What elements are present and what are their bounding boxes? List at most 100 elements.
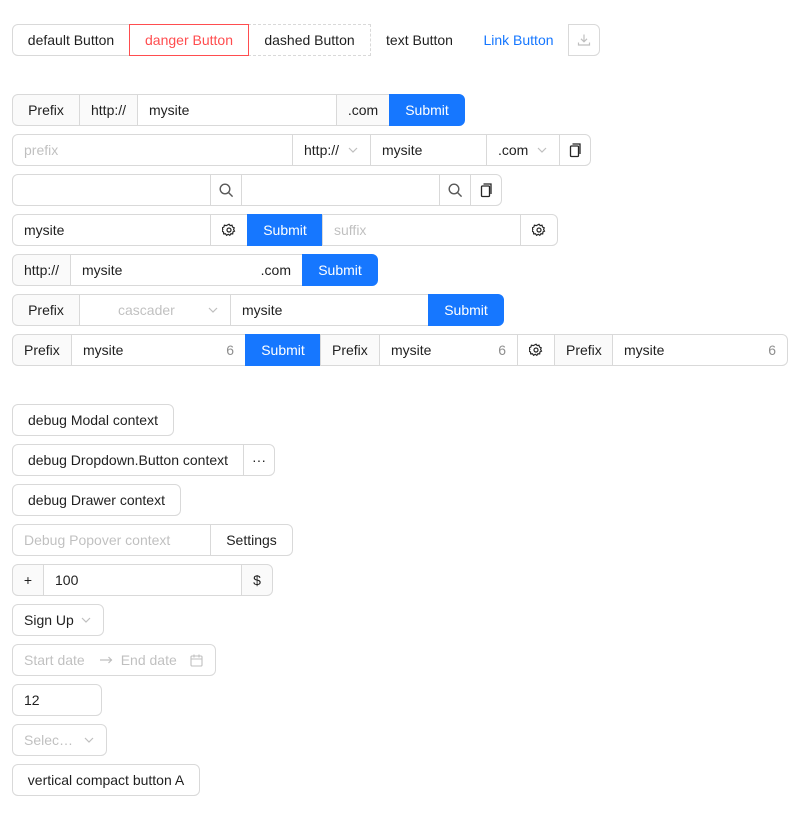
prefix-addon: Prefix (320, 334, 380, 366)
copy-button[interactable] (470, 174, 502, 206)
copy-button[interactable] (559, 134, 591, 166)
input-compact-row-7: Prefix mysite 6 Submit Prefix mysite 6 P… (12, 334, 788, 366)
debug-drawer-row: debug Drawer context (12, 484, 181, 516)
debug-modal-button[interactable]: debug Modal context (12, 404, 174, 436)
input-compact-row-3 (12, 174, 502, 206)
char-count: 6 (498, 342, 506, 358)
default-button[interactable]: default Button (12, 24, 130, 56)
prefix-addon: Prefix (554, 334, 613, 366)
debug-popover-input[interactable]: Debug Popover context (12, 524, 211, 556)
number-input-row: + 100 $ (12, 564, 273, 596)
date-range-picker[interactable]: Start date End date (12, 644, 216, 676)
placeholder-select-row: Selec… (12, 724, 107, 756)
danger-button[interactable]: danger Button (129, 24, 249, 56)
count-input[interactable]: mysite 6 (71, 334, 246, 366)
start-date-input[interactable]: Start date (24, 652, 85, 668)
char-count: 6 (768, 342, 776, 358)
prefix-addon: Prefix (12, 294, 80, 326)
site-input[interactable]: mysite (137, 94, 337, 126)
search-input[interactable] (12, 174, 211, 206)
input-compact-row-6: Prefix cascader mysite Submit (12, 294, 504, 326)
char-count: 6 (226, 342, 234, 358)
cascader-select[interactable]: cascader (79, 294, 231, 326)
cascader-placeholder: cascader (118, 302, 175, 318)
input-compact-row-4: mysite Submit suffix (12, 214, 558, 246)
setting-icon (222, 223, 236, 237)
count-input[interactable]: mysite 6 (379, 334, 518, 366)
submit-button[interactable]: Submit (302, 254, 378, 286)
setting-button[interactable] (517, 334, 555, 366)
signup-select-value: Sign Up (24, 612, 74, 628)
count-input-value: mysite (624, 342, 665, 358)
download-button[interactable] (568, 24, 600, 56)
dropdown-more-button[interactable]: ··· (243, 444, 275, 476)
debug-drawer-button[interactable]: debug Drawer context (12, 484, 181, 516)
debug-dropdown-button[interactable]: debug Dropdown.Button context (12, 444, 244, 476)
date-range-row: Start date End date (12, 644, 216, 676)
number-addon-after: $ (241, 564, 273, 596)
number-input[interactable]: 12 (12, 684, 102, 716)
copy-icon (479, 182, 493, 198)
count-input-value: mysite (391, 342, 432, 358)
debug-popover-row: Debug Popover context Settings (12, 524, 293, 556)
search-input[interactable] (241, 174, 440, 206)
settings-button[interactable]: Settings (210, 524, 293, 556)
text-button[interactable]: text Button (370, 24, 469, 56)
link-button[interactable]: Link Button (468, 24, 569, 56)
input-compact-row-2: prefix http:// mysite .com (12, 134, 591, 166)
prefix-addon: Prefix (12, 334, 72, 366)
search-icon (218, 182, 234, 198)
chevron-down-icon (347, 144, 359, 156)
site-input-value: mysite (82, 262, 123, 278)
site-input-with-suffix[interactable]: mysite .com (70, 254, 303, 286)
ellipsis-icon: ··· (252, 452, 266, 468)
site-input[interactable]: mysite (230, 294, 429, 326)
debug-modal-row: debug Modal context (12, 404, 174, 436)
number-input-row-2: 12 (12, 684, 102, 716)
prefix-input[interactable]: prefix (12, 134, 293, 166)
submit-button[interactable]: Submit (428, 294, 504, 326)
setting-button[interactable] (520, 214, 558, 246)
input-compact-row-5: http:// mysite .com Submit (12, 254, 378, 286)
setting-icon (532, 223, 546, 237)
end-date-input[interactable]: End date (121, 652, 177, 668)
setting-button[interactable] (210, 214, 248, 246)
submit-button[interactable]: Submit (247, 214, 323, 246)
protocol-select-value: http:// (304, 142, 340, 158)
search-button[interactable] (439, 174, 471, 206)
chevron-down-icon (80, 614, 92, 626)
copy-icon (568, 142, 582, 158)
suffix-input[interactable]: suffix (322, 214, 521, 246)
protocol-select[interactable]: http:// (292, 134, 371, 166)
chevron-down-icon (536, 144, 548, 156)
input-compact-row-1: Prefix http:// mysite .com Submit (12, 94, 465, 126)
submit-button[interactable]: Submit (389, 94, 465, 126)
signup-select[interactable]: Sign Up (12, 604, 104, 636)
submit-button[interactable]: Submit (245, 334, 321, 366)
amount-input[interactable]: 100 (43, 564, 242, 596)
protocol-addon: http:// (12, 254, 71, 286)
suffix-text: .com (260, 262, 291, 278)
vertical-compact-button-a[interactable]: vertical compact button A (12, 764, 200, 796)
site-input[interactable]: mysite (12, 214, 211, 246)
arrow-right-icon (99, 655, 113, 665)
chevron-down-icon (83, 734, 95, 746)
number-addon-before: + (12, 564, 44, 596)
site-input[interactable]: mysite (370, 134, 487, 166)
protocol-addon: http:// (79, 94, 138, 126)
vertical-compact-row: vertical compact button A (12, 764, 200, 796)
setting-icon (529, 343, 543, 357)
signup-select-row: Sign Up (12, 604, 104, 636)
download-icon (577, 33, 591, 47)
debug-dropdown-row: debug Dropdown.Button context ··· (12, 444, 275, 476)
dashed-button[interactable]: dashed Button (248, 24, 371, 56)
button-compact-row: default Button danger Button dashed Butt… (12, 24, 600, 56)
search-button[interactable] (210, 174, 242, 206)
chevron-down-icon (207, 304, 219, 316)
suffix-select[interactable]: .com (486, 134, 560, 166)
select-placeholder: Selec… (24, 732, 74, 748)
placeholder-select[interactable]: Selec… (12, 724, 107, 756)
calendar-icon (190, 654, 203, 667)
suffix-select-value: .com (498, 142, 529, 158)
count-input[interactable]: mysite 6 (612, 334, 788, 366)
